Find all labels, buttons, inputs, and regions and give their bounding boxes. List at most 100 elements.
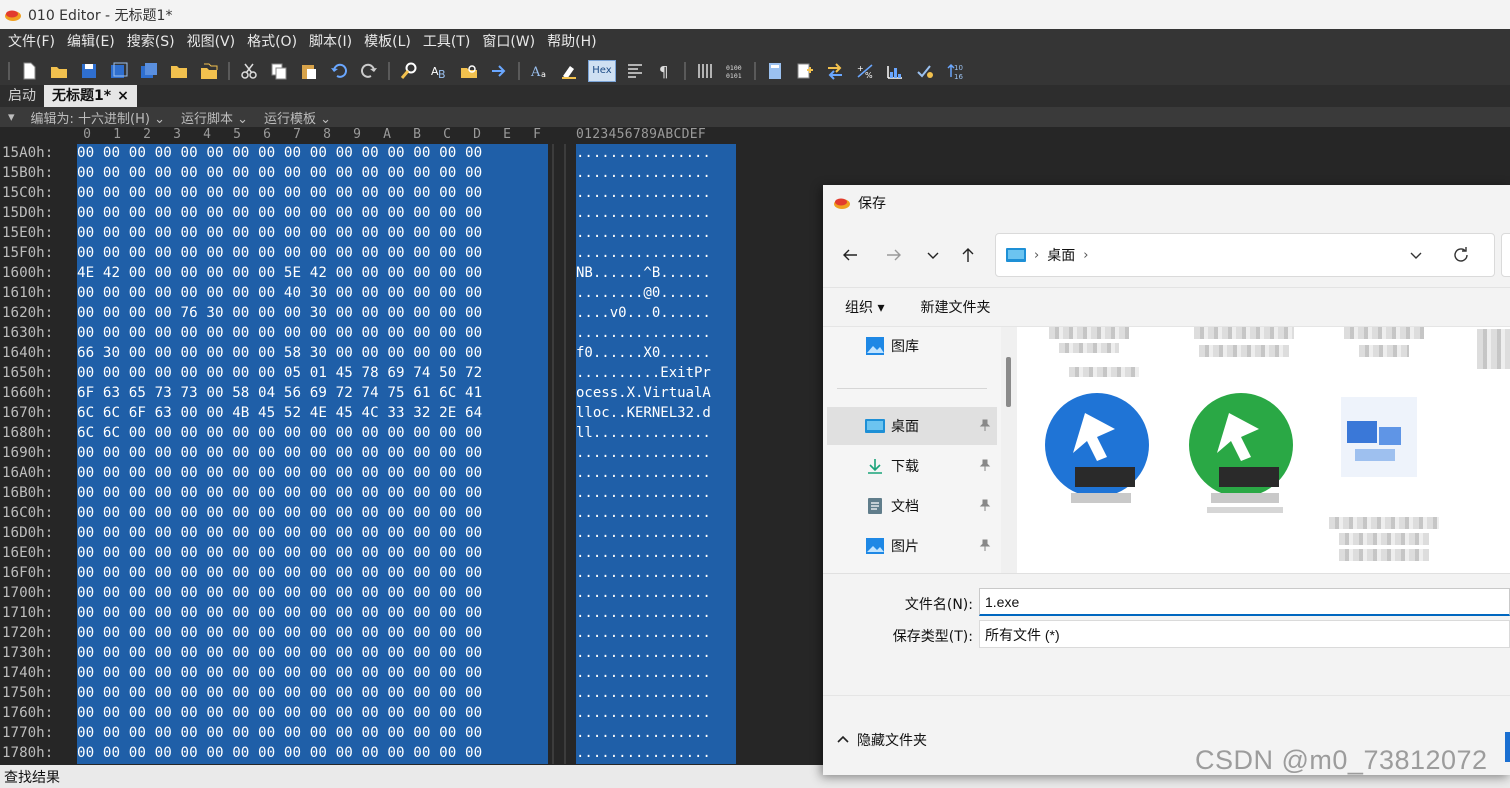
hex-row[interactable]: 15F0h: 00 00 00 00 00 00 00 00 00 00 00 0… bbox=[0, 244, 760, 264]
row-hex-bytes[interactable]: 6F 63 65 73 73 00 58 04 56 69 72 74 75 6… bbox=[77, 384, 548, 404]
row-ascii[interactable]: ................ bbox=[576, 624, 736, 644]
forward-arrow-icon[interactable] bbox=[880, 241, 908, 269]
hex-row[interactable]: 15C0h: 00 00 00 00 00 00 00 00 00 00 00 0… bbox=[0, 184, 760, 204]
sidebar-item-documents[interactable]: 文档 bbox=[827, 487, 997, 525]
row-ascii[interactable]: ................ bbox=[576, 604, 736, 624]
menu-help[interactable]: 帮助(H) bbox=[541, 29, 602, 56]
row-hex-bytes[interactable]: 00 00 00 00 00 00 00 00 00 00 00 00 00 0… bbox=[77, 184, 548, 204]
row-ascii[interactable]: NB......^B...... bbox=[576, 264, 736, 284]
row-hex-bytes[interactable]: 00 00 00 00 00 00 00 00 00 00 00 00 00 0… bbox=[77, 524, 548, 544]
run-script-dropdown[interactable]: 运行脚本 ⌄ bbox=[173, 108, 256, 127]
file-item[interactable] bbox=[1327, 393, 1439, 513]
hex-row[interactable]: 1630h: 00 00 00 00 00 00 00 00 00 00 00 0… bbox=[0, 324, 760, 344]
binary-icon[interactable]: 0100 0101 bbox=[724, 60, 746, 82]
back-arrow-icon[interactable] bbox=[836, 241, 864, 269]
run-template-dropdown[interactable]: 运行模板 ⌄ bbox=[256, 108, 339, 127]
hex-row[interactable]: 1600h: 4E 42 00 00 00 00 00 00 5E 42 00 0… bbox=[0, 264, 760, 284]
row-hex-bytes[interactable]: 6C 6C 00 00 00 00 00 00 00 00 00 00 00 0… bbox=[77, 424, 548, 444]
hex-row[interactable]: 15D0h: 00 00 00 00 00 00 00 00 00 00 00 0… bbox=[0, 204, 760, 224]
row-ascii[interactable]: ................ bbox=[576, 204, 736, 224]
close-tab-icon[interactable]: × bbox=[117, 85, 129, 107]
row-ascii[interactable]: ................ bbox=[576, 144, 736, 164]
row-ascii[interactable]: ................ bbox=[576, 224, 736, 244]
row-hex-bytes[interactable]: 00 00 00 00 00 00 00 00 00 00 00 00 00 0… bbox=[77, 464, 548, 484]
row-hex-bytes[interactable]: 4E 42 00 00 00 00 00 00 5E 42 00 00 00 0… bbox=[77, 264, 548, 284]
address-bar[interactable]: › 桌面 › bbox=[995, 233, 1510, 277]
row-hex-bytes[interactable]: 00 00 00 00 00 00 00 00 00 00 00 00 00 0… bbox=[77, 164, 548, 184]
row-hex-bytes[interactable]: 00 00 00 00 00 00 00 00 00 00 00 00 00 0… bbox=[77, 544, 548, 564]
row-hex-bytes[interactable]: 00 00 00 00 00 00 00 00 00 00 00 00 00 0… bbox=[77, 684, 548, 704]
open-multiple-icon[interactable] bbox=[198, 60, 220, 82]
pin-icon[interactable] bbox=[979, 419, 991, 431]
paste-icon[interactable] bbox=[298, 60, 320, 82]
hex-row[interactable]: 1740h: 00 00 00 00 00 00 00 00 00 00 00 0… bbox=[0, 664, 760, 684]
hex-row[interactable]: 1760h: 00 00 00 00 00 00 00 00 00 00 00 0… bbox=[0, 704, 760, 724]
hex-row[interactable]: 1620h: 00 00 00 00 76 30 00 00 00 30 00 0… bbox=[0, 304, 760, 324]
hex-row[interactable]: 16B0h: 00 00 00 00 00 00 00 00 00 00 00 0… bbox=[0, 484, 760, 504]
row-hex-bytes[interactable]: 00 00 00 00 00 00 00 00 00 00 00 00 00 0… bbox=[77, 624, 548, 644]
menu-view[interactable]: 视图(V) bbox=[181, 29, 242, 56]
sidebar-item-gallery[interactable]: 图库 bbox=[827, 327, 997, 365]
row-ascii[interactable]: ................ bbox=[576, 544, 736, 564]
organize-button[interactable]: 组织 ▾ bbox=[845, 297, 884, 317]
hex-row[interactable]: 15E0h: 00 00 00 00 00 00 00 00 00 00 00 0… bbox=[0, 224, 760, 244]
row-hex-bytes[interactable]: 00 00 00 00 00 00 00 00 40 30 00 00 00 0… bbox=[77, 284, 548, 304]
hex-row[interactable]: 1770h: 00 00 00 00 00 00 00 00 00 00 00 0… bbox=[0, 724, 760, 744]
hex-row[interactable]: 1730h: 00 00 00 00 00 00 00 00 00 00 00 0… bbox=[0, 644, 760, 664]
redo-icon[interactable] bbox=[358, 60, 380, 82]
menu-tools[interactable]: 工具(T) bbox=[417, 29, 476, 56]
row-ascii[interactable]: ................ bbox=[576, 324, 736, 344]
row-ascii[interactable]: ................ bbox=[576, 584, 736, 604]
row-ascii[interactable]: ................ bbox=[576, 164, 736, 184]
file-item[interactable] bbox=[1043, 393, 1155, 513]
filename-input[interactable] bbox=[979, 588, 1510, 616]
histogram-icon[interactable] bbox=[884, 60, 906, 82]
row-ascii[interactable]: ................ bbox=[576, 184, 736, 204]
row-hex-bytes[interactable]: 00 00 00 00 00 00 00 00 00 00 00 00 00 0… bbox=[77, 224, 548, 244]
row-hex-bytes[interactable]: 6C 6C 6F 63 00 00 4B 45 52 4E 45 4C 33 3… bbox=[77, 404, 548, 424]
row-hex-bytes[interactable]: 00 00 00 00 00 00 00 00 00 00 00 00 00 0… bbox=[77, 204, 548, 224]
template-icon[interactable] bbox=[794, 60, 816, 82]
text-mode-icon[interactable] bbox=[624, 60, 646, 82]
sidebar-item-desktop[interactable]: 桌面 bbox=[827, 407, 997, 445]
copy-icon[interactable] bbox=[268, 60, 290, 82]
hex-row[interactable]: 16F0h: 00 00 00 00 00 00 00 00 00 00 00 0… bbox=[0, 564, 760, 584]
hex-row[interactable]: 1700h: 00 00 00 00 00 00 00 00 00 00 00 0… bbox=[0, 584, 760, 604]
tab-untitled1[interactable]: 无标题1* × bbox=[44, 85, 137, 107]
row-ascii[interactable]: ................ bbox=[576, 484, 736, 504]
pin-icon[interactable] bbox=[979, 539, 991, 551]
row-ascii[interactable]: f0......X0...... bbox=[576, 344, 736, 364]
row-hex-bytes[interactable]: 00 00 00 00 00 00 00 00 05 01 45 78 69 7… bbox=[77, 364, 548, 384]
row-ascii[interactable]: ................ bbox=[576, 744, 736, 764]
hex-row[interactable]: 1710h: 00 00 00 00 00 00 00 00 00 00 00 0… bbox=[0, 604, 760, 624]
base-convert-icon[interactable]: 10 16 bbox=[944, 60, 966, 82]
collapse-arrow-icon[interactable]: ▾ bbox=[0, 110, 23, 125]
row-ascii[interactable]: ll.............. bbox=[576, 424, 736, 444]
hex-row[interactable]: 16D0h: 00 00 00 00 00 00 00 00 00 00 00 0… bbox=[0, 524, 760, 544]
row-hex-bytes[interactable]: 00 00 00 00 00 00 00 00 00 00 00 00 00 0… bbox=[77, 644, 548, 664]
navigation-scrollbar[interactable] bbox=[1001, 327, 1017, 574]
row-hex-bytes[interactable]: 00 00 00 00 00 00 00 00 00 00 00 00 00 0… bbox=[77, 564, 548, 584]
font-icon[interactable]: Aa bbox=[528, 60, 550, 82]
undo-icon[interactable] bbox=[328, 60, 350, 82]
new-file-icon[interactable] bbox=[18, 60, 40, 82]
save-button-edge[interactable] bbox=[1505, 732, 1510, 762]
open-folder-icon[interactable] bbox=[48, 60, 70, 82]
row-hex-bytes[interactable]: 00 00 00 00 00 00 00 00 00 00 00 00 00 0… bbox=[77, 584, 548, 604]
compare-icon[interactable] bbox=[824, 60, 846, 82]
hide-folders-toggle[interactable]: 隐藏文件夹 bbox=[837, 730, 927, 750]
breadcrumb-desktop[interactable]: 桌面 bbox=[1047, 245, 1075, 265]
search-box-edge[interactable] bbox=[1501, 233, 1510, 277]
row-ascii[interactable]: ................ bbox=[576, 564, 736, 584]
hex-row[interactable]: 16E0h: 00 00 00 00 00 00 00 00 00 00 00 0… bbox=[0, 544, 760, 564]
pin-icon[interactable] bbox=[979, 459, 991, 471]
save-all-icon[interactable] bbox=[138, 60, 160, 82]
hex-row[interactable]: 16A0h: 00 00 00 00 00 00 00 00 00 00 00 0… bbox=[0, 464, 760, 484]
row-hex-bytes[interactable]: 00 00 00 00 00 00 00 00 00 00 00 00 00 0… bbox=[77, 324, 548, 344]
hex-row[interactable]: 1670h: 6C 6C 6F 63 00 00 4B 45 52 4E 45 4… bbox=[0, 404, 760, 424]
row-ascii[interactable]: ................ bbox=[576, 464, 736, 484]
hex-row[interactable]: 1750h: 00 00 00 00 00 00 00 00 00 00 00 0… bbox=[0, 684, 760, 704]
menu-format[interactable]: 格式(O) bbox=[241, 29, 303, 56]
row-ascii[interactable]: ocess.X.VirtualA bbox=[576, 384, 736, 404]
row-hex-bytes[interactable]: 00 00 00 00 00 00 00 00 00 00 00 00 00 0… bbox=[77, 504, 548, 524]
